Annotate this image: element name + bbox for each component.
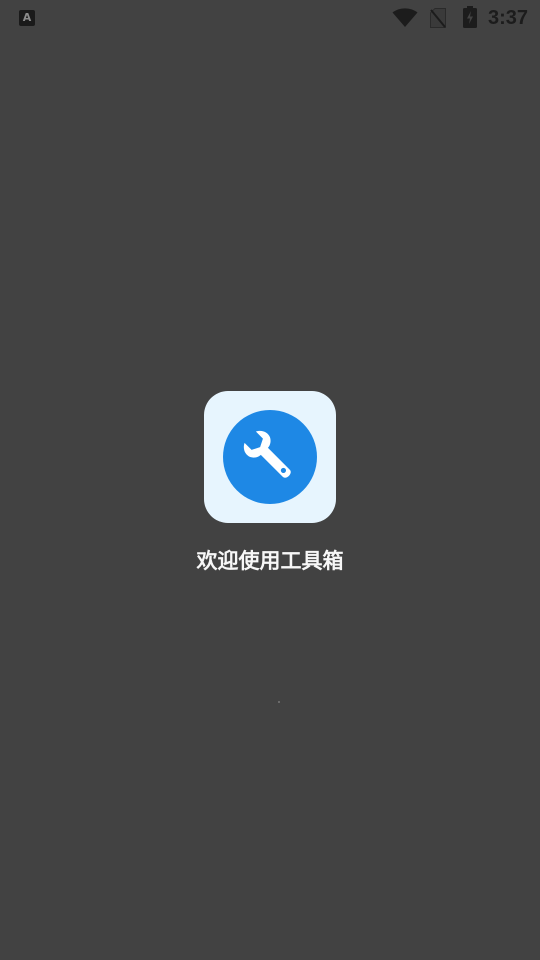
wrench-icon [243, 430, 291, 478]
status-time: 3:37 [487, 7, 528, 29]
no-sim-icon [430, 8, 446, 28]
welcome-title: 欢迎使用工具箱 [196, 549, 344, 573]
app-logo-circle [223, 410, 317, 504]
wifi-icon [392, 8, 418, 27]
app-logo [204, 391, 336, 523]
battery-charging-icon [463, 6, 477, 28]
a-icon: A [19, 10, 35, 26]
status-bar: A 3:37 [0, 0, 540, 36]
loading-indicator [278, 701, 280, 703]
